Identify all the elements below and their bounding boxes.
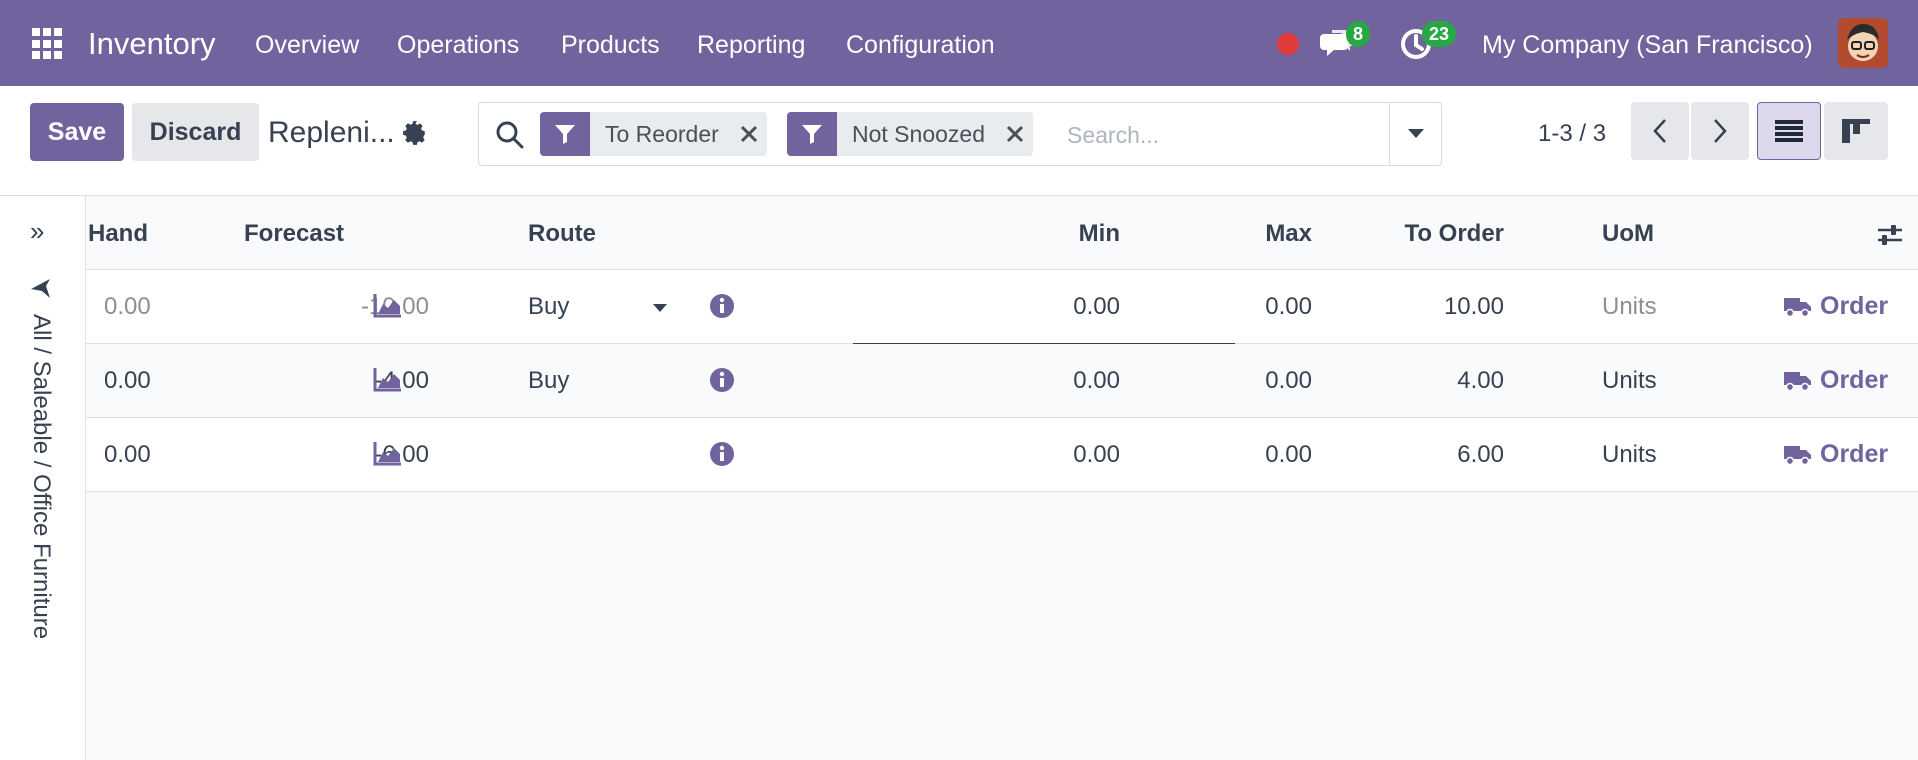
- save-button[interactable]: Save: [30, 103, 124, 161]
- info-icon[interactable]: [709, 441, 735, 467]
- info-icon[interactable]: [709, 293, 735, 319]
- table-header: Hand Forecast Route Min Max To Order UoM: [86, 196, 1918, 270]
- truck-icon: [1784, 446, 1811, 465]
- search-box: To Reorder Not Snoozed: [478, 102, 1442, 166]
- control-panel: Save Discard Repleni... To Reorder Not S…: [0, 86, 1918, 196]
- discard-button[interactable]: Discard: [132, 103, 259, 161]
- menu-operations[interactable]: Operations: [397, 30, 519, 60]
- pin-icon: [31, 279, 50, 298]
- gear-icon[interactable]: [402, 120, 428, 146]
- info-icon[interactable]: [709, 367, 735, 393]
- col-route[interactable]: Route: [528, 220, 596, 248]
- order-button[interactable]: Order: [1784, 364, 1888, 396]
- cell-route[interactable]: Buy: [528, 293, 569, 321]
- category-side-panel: » All / Saleable / Office Furniture: [0, 196, 86, 760]
- order-label: Order: [1820, 365, 1889, 394]
- facet-to-reorder: To Reorder: [540, 112, 767, 156]
- table-row[interactable]: 0.00 -4.00 Buy 0.00 0.00 4.00 Units Orde…: [86, 344, 1918, 418]
- cell-on-hand: 0.00: [104, 441, 151, 468]
- col-uom[interactable]: UoM: [1602, 220, 1654, 248]
- col-forecast[interactable]: Forecast: [244, 220, 344, 248]
- cell-min[interactable]: 0.00: [1073, 367, 1120, 395]
- cell-max[interactable]: 0.00: [1265, 293, 1312, 321]
- cell-on-hand: 0.00: [104, 293, 151, 320]
- expand-panel-button[interactable]: »: [30, 216, 44, 247]
- status-dot[interactable]: [1277, 33, 1299, 55]
- cell-uom: Units: [1602, 367, 1657, 394]
- pager-value[interactable]: 1-3 / 3: [1538, 120, 1606, 148]
- cell-route[interactable]: Buy: [528, 367, 569, 395]
- cell-to-order[interactable]: 4.00: [1457, 367, 1504, 395]
- menu-products[interactable]: Products: [561, 30, 660, 60]
- order-label: Order: [1820, 291, 1889, 320]
- facet-not-snoozed: Not Snoozed: [787, 112, 1033, 156]
- area-chart-icon[interactable]: [373, 366, 403, 392]
- area-chart-icon[interactable]: [373, 440, 403, 466]
- col-to-order[interactable]: To Order: [1404, 220, 1504, 248]
- cell-to-order[interactable]: 10.00: [1444, 293, 1504, 321]
- messages-badge[interactable]: 8: [1346, 21, 1371, 47]
- close-icon[interactable]: [731, 112, 767, 156]
- search-input[interactable]: [1067, 117, 1387, 153]
- cell-uom: Units: [1602, 293, 1657, 320]
- filter-icon: [787, 112, 837, 156]
- cell-max[interactable]: 0.00: [1265, 441, 1312, 469]
- column-settings-icon[interactable]: [1876, 222, 1904, 248]
- cell-on-hand: 0.00: [104, 367, 151, 394]
- page-title[interactable]: Repleni...: [268, 116, 395, 150]
- order-label: Order: [1820, 439, 1889, 468]
- close-icon[interactable]: [997, 112, 1033, 156]
- table-row[interactable]: 0.00 -6.00 0.00 0.00 6.00 Units Order: [86, 418, 1918, 492]
- order-button[interactable]: Order: [1784, 438, 1888, 470]
- kanban-view-icon[interactable]: [1824, 102, 1888, 160]
- menu-overview[interactable]: Overview: [255, 30, 359, 60]
- filter-icon: [540, 112, 590, 156]
- search-icon[interactable]: [495, 120, 525, 150]
- col-on-hand[interactable]: Hand: [88, 220, 148, 248]
- activities-badge[interactable]: 23: [1422, 21, 1457, 47]
- chevron-right-icon[interactable]: [1691, 102, 1749, 160]
- menu-reporting[interactable]: Reporting: [697, 30, 805, 60]
- caret-down-icon[interactable]: [1389, 103, 1442, 165]
- chevron-left-icon[interactable]: [1631, 102, 1689, 160]
- list-view-icon[interactable]: [1757, 102, 1821, 160]
- cell-uom: Units: [1602, 441, 1657, 468]
- table-row[interactable]: 0.00 -10.00 Buy 0.00 0.00 10.00 Units Or…: [86, 270, 1918, 344]
- category-path[interactable]: All / Saleable / Office Furniture: [26, 314, 56, 639]
- col-min[interactable]: Min: [1079, 220, 1120, 248]
- col-max[interactable]: Max: [1265, 220, 1312, 248]
- top-navbar: Inventory Overview Operations Products R…: [0, 0, 1918, 86]
- apps-grid-icon[interactable]: [32, 28, 64, 60]
- replenishment-table: Hand Forecast Route Min Max To Order UoM…: [86, 196, 1918, 760]
- menu-configuration[interactable]: Configuration: [846, 30, 995, 60]
- cell-min[interactable]: 0.00: [1073, 441, 1120, 469]
- cell-max[interactable]: 0.00: [1265, 367, 1312, 395]
- truck-icon: [1784, 298, 1811, 317]
- facet-label: To Reorder: [605, 120, 719, 147]
- truck-icon: [1784, 372, 1811, 391]
- cell-min[interactable]: 0.00: [1073, 293, 1120, 321]
- order-button[interactable]: Order: [1784, 290, 1888, 322]
- company-switcher[interactable]: My Company (San Francisco): [1482, 30, 1813, 60]
- app-brand[interactable]: Inventory: [88, 26, 216, 62]
- avatar[interactable]: [1838, 18, 1888, 68]
- area-chart-icon[interactable]: [373, 292, 403, 318]
- cell-to-order[interactable]: 6.00: [1457, 441, 1504, 469]
- facet-label: Not Snoozed: [852, 120, 985, 147]
- caret-down-icon[interactable]: [653, 304, 667, 312]
